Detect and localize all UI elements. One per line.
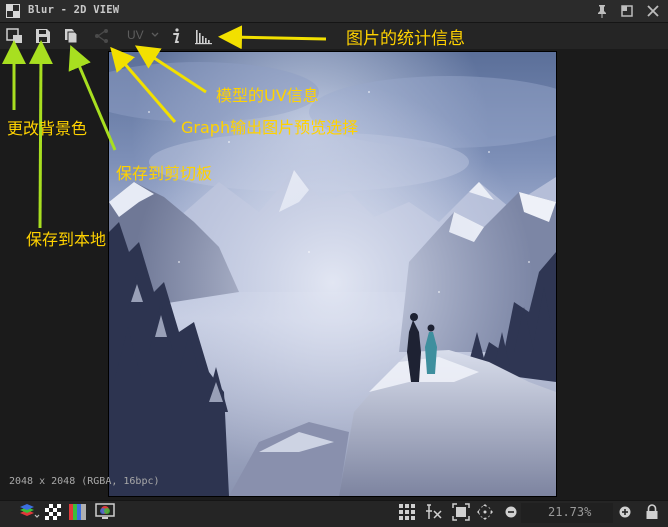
color-channels-icon[interactable] [68, 503, 88, 521]
zoom-out-icon[interactable] [505, 506, 517, 518]
annotation-arrows [2, 25, 327, 229]
layers-icon[interactable] [18, 503, 40, 521]
annotation-save-local: 保存到本地 [26, 230, 107, 249]
annotation-bg-color: 更改背景色 [7, 119, 88, 138]
fit-view-icon[interactable] [452, 503, 470, 521]
zoom-level[interactable]: 21.73% [548, 505, 591, 519]
annotation-uv-info: 模型的UV信息 [216, 86, 319, 105]
display-icon[interactable] [95, 503, 115, 521]
transparency-checker-icon[interactable] [44, 503, 62, 521]
grid-tiling-icon[interactable] [398, 503, 416, 521]
lock-icon[interactable] [645, 504, 659, 520]
annotation-stats: 图片的统计信息 [346, 29, 465, 49]
pan-icon[interactable] [476, 503, 494, 521]
annotation-graph-preview: Graph输出图片预览选择 [181, 118, 359, 137]
pixel-picker-icon[interactable] [424, 503, 444, 521]
zoom-in-icon[interactable] [619, 506, 631, 518]
annotation-clipboard: 保存到剪切板 [116, 164, 213, 183]
